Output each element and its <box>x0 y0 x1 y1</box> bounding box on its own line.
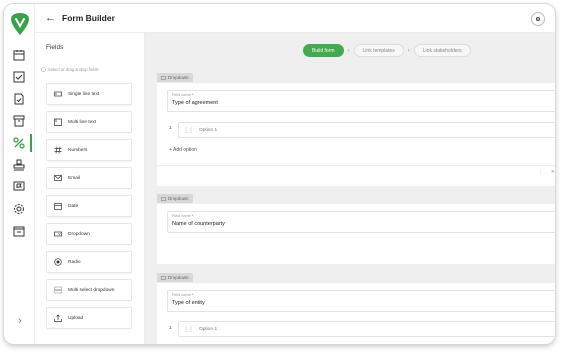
field-numbers[interactable]: Numbers <box>46 139 132 161</box>
info-icon <box>41 67 46 72</box>
fields-panel: Fields Select or drag & drop fields Sing… <box>35 33 145 344</box>
option-number: 1 <box>169 126 172 131</box>
step-link-stakeholders[interactable]: Link stakeholders <box>413 44 471 57</box>
inbox-check-icon[interactable] <box>10 68 28 86</box>
multi-line-text-icon <box>54 118 62 126</box>
fields-title: Fields <box>46 44 64 51</box>
step-build-form[interactable]: Build form <box>303 44 344 57</box>
fields-hint-text: Select or drag & drop fields <box>48 67 99 72</box>
section-type-tag: Dropdown <box>157 73 193 82</box>
document-check-icon[interactable] <box>10 90 28 108</box>
stamp-icon[interactable] <box>10 156 28 174</box>
help-circle-icon[interactable] <box>531 12 545 26</box>
field-dropdown[interactable]: Dropdown <box>46 223 132 245</box>
field-name-input[interactable]: Field name * Name of counterparty <box>167 211 555 233</box>
dropdown-icon <box>161 75 166 80</box>
hash-icon <box>54 146 62 154</box>
field-name-label: Field name * <box>172 293 193 297</box>
app-window: › ← Form Builder Fields Select or drag &… <box>4 4 555 344</box>
archive-icon[interactable] <box>10 112 28 130</box>
drag-handle-icon[interactable]: ⋮ <box>538 169 543 175</box>
add-option-button[interactable]: + Add option <box>169 147 197 153</box>
drag-handle-icon[interactable]: ⋮⋮ <box>183 127 194 134</box>
expand-rail-icon[interactable]: › <box>13 314 27 328</box>
percent-tool-icon[interactable] <box>10 134 28 152</box>
field-upload[interactable]: Upload <box>46 307 132 329</box>
upload-icon <box>54 314 62 322</box>
field-name-label: Field name * <box>172 93 193 97</box>
flag-icon[interactable] <box>10 178 28 196</box>
field-email[interactable]: Email <box>46 167 132 189</box>
field-name-label-text: Field name <box>172 293 191 297</box>
mail-icon <box>54 175 62 181</box>
left-rail: › <box>4 4 35 344</box>
page-header: ← Form Builder <box>35 4 555 33</box>
field-label: Multi select dropdown <box>68 287 115 293</box>
calendar-icon[interactable] <box>10 46 28 64</box>
field-label: Numbers <box>68 147 88 153</box>
back-arrow-icon[interactable]: ← <box>45 12 56 24</box>
field-label: Date <box>68 203 79 209</box>
dropdown-icon <box>161 275 166 280</box>
step-progress: Build form › Link templates › Link stake… <box>303 44 471 57</box>
settings-icon[interactable] <box>10 200 28 218</box>
field-label: Upload <box>68 315 84 321</box>
multi-select-icon <box>54 286 62 294</box>
field-date[interactable]: Date <box>46 195 132 217</box>
required-mark: * <box>191 214 194 218</box>
field-name-label: Field name * <box>172 214 193 218</box>
field-label: Radio <box>68 259 81 265</box>
section-type-tag: Dropdown <box>157 194 193 203</box>
dropdown-icon <box>54 231 62 237</box>
page-title: Form Builder <box>62 13 115 23</box>
dropdown-icon <box>161 196 166 201</box>
delete-icon[interactable]: ✕ <box>551 169 555 175</box>
field-name-value: Type of agreement <box>172 100 218 106</box>
list-box-icon[interactable] <box>10 222 28 240</box>
section-tag-label: Dropdown <box>168 275 189 280</box>
field-card: Field name * Type of entity 1 ⋮⋮ Option … <box>157 283 555 344</box>
option-placeholder: Option 1 <box>199 326 218 332</box>
field-radio[interactable]: Radio <box>46 251 132 273</box>
field-card: Field name * Name of counterparty <box>157 204 555 264</box>
required-mark: * <box>191 293 194 297</box>
option-input[interactable]: ⋮⋮ Option 1 <box>178 321 555 337</box>
single-line-text-icon <box>54 91 62 97</box>
option-placeholder: Option 1 <box>199 127 218 133</box>
field-single-line-text[interactable]: Single line text <box>46 83 132 105</box>
divider <box>157 165 555 166</box>
field-name-input[interactable]: Field name * Type of entity <box>167 290 555 312</box>
section-tag-label: Dropdown <box>168 75 189 80</box>
required-mark: * <box>191 93 194 97</box>
field-multi-line-text[interactable]: Multi line text <box>46 111 132 133</box>
field-label: Multi line text <box>68 119 96 125</box>
field-label: Dropdown <box>68 231 90 237</box>
drag-handle-icon[interactable]: ⋮⋮ <box>183 326 194 333</box>
logo-icon[interactable] <box>10 12 30 36</box>
field-name-input[interactable]: Field name * Type of agreement <box>167 90 555 112</box>
field-multi-select-dropdown[interactable]: Multi select dropdown <box>46 279 132 301</box>
field-name-value: Name of counterparty <box>172 221 225 227</box>
step-link-templates[interactable]: Link templates <box>353 44 404 57</box>
field-label: Email <box>68 175 80 181</box>
card-actions: ⋮ ✕ <box>538 169 555 175</box>
chevron-right-icon: › <box>407 47 410 54</box>
section-tag-label: Dropdown <box>168 196 189 201</box>
field-name-label-text: Field name <box>172 214 191 218</box>
option-input[interactable]: ⋮⋮ Option 1 <box>178 122 555 138</box>
calendar-icon <box>54 203 62 210</box>
fields-hint: Select or drag & drop fields <box>41 67 99 72</box>
chevron-right-icon: › <box>347 47 350 54</box>
builder-canvas: Build form › Link templates › Link stake… <box>145 33 555 344</box>
field-card: Field name * Type of agreement 1 ⋮⋮ Opti… <box>157 83 555 186</box>
active-indicator <box>30 134 33 152</box>
radio-icon <box>54 258 62 266</box>
section-type-tag: Dropdown <box>157 273 193 282</box>
field-label: Single line text <box>68 91 100 97</box>
field-name-value: Type of entity <box>172 300 205 306</box>
field-name-label-text: Field name <box>172 93 191 97</box>
option-number: 1 <box>169 326 172 331</box>
